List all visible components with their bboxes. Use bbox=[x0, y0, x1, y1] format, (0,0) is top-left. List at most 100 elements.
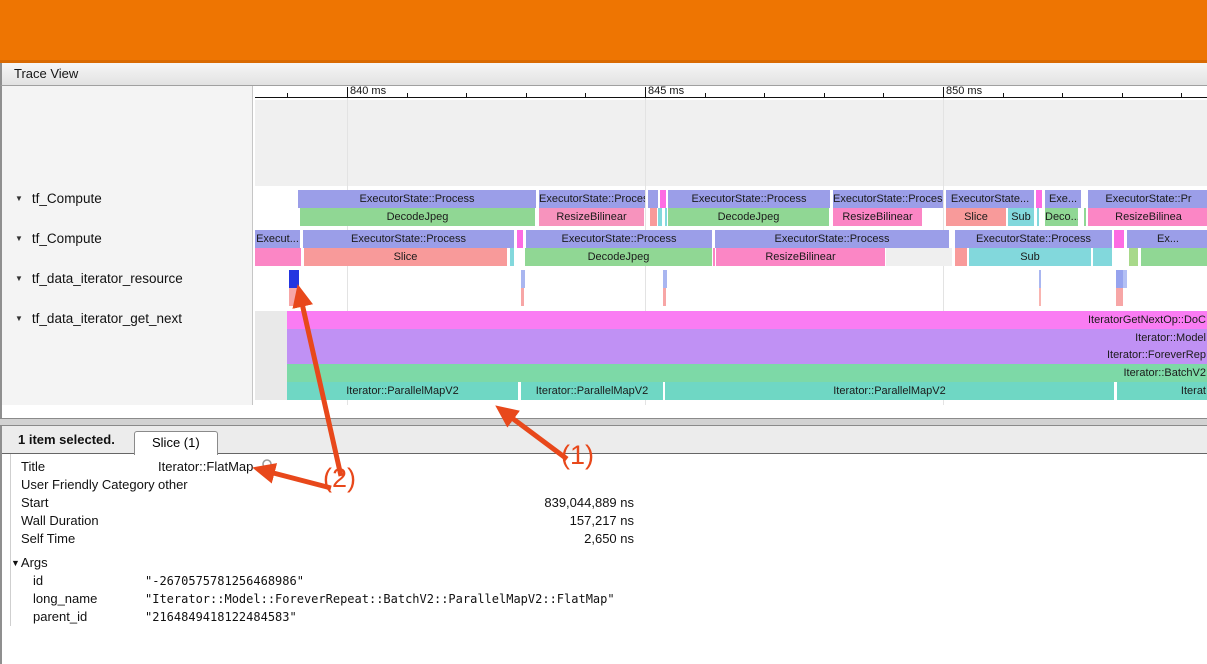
trace-slice[interactable] bbox=[510, 248, 514, 266]
trace-slice[interactable]: Iterator::Model bbox=[287, 329, 1207, 347]
trace-slice[interactable]: Slice bbox=[946, 208, 1006, 226]
trace-slice[interactable] bbox=[886, 248, 952, 266]
trace-slice[interactable] bbox=[521, 288, 524, 306]
trace-slice[interactable]: ExecutorState::Process bbox=[298, 190, 536, 208]
trace-slice[interactable]: ExecutorState::Pr bbox=[1088, 190, 1207, 208]
trace-slice[interactable]: ResizeBilinear bbox=[716, 248, 885, 266]
trace-slice[interactable]: Iterator::ParallelMapV2 bbox=[665, 382, 1114, 400]
analysis-panel: 1 item selected. Slice (1) TitleIterator… bbox=[0, 426, 1207, 664]
trace-slice[interactable]: Execut... bbox=[255, 230, 300, 248]
trace-slice[interactable]: ResizeBilinear bbox=[833, 208, 922, 226]
trace-slice[interactable]: ExecutorState::Process bbox=[303, 230, 514, 248]
trace-slice[interactable]: Iterator::ParallelMapV2 bbox=[287, 382, 518, 400]
trace-slice[interactable] bbox=[1039, 270, 1041, 288]
field-label: Self Time bbox=[21, 530, 158, 548]
trace-slice[interactable] bbox=[1116, 288, 1123, 306]
trace-slice[interactable]: ExecutorState::Process bbox=[833, 190, 943, 208]
field-row: Start839,044,889 ns bbox=[11, 494, 1207, 512]
trace-slice[interactable]: ExecutorState... bbox=[946, 190, 1034, 208]
trace-slice[interactable]: DecodeJpeg bbox=[300, 208, 535, 226]
trace-slice[interactable] bbox=[650, 208, 657, 226]
field-row: Wall Duration157,217 ns bbox=[11, 512, 1207, 530]
trace-slice[interactable] bbox=[255, 347, 287, 364]
timeline-canvas[interactable]: 840 ms845 ms850 msExecutorState::Process… bbox=[255, 86, 1207, 405]
trace-slice[interactable]: Iterator::ForeverRep bbox=[287, 347, 1207, 364]
trace-slice[interactable]: Ex... bbox=[1127, 230, 1207, 248]
trace-slice[interactable]: ExecutorState::Process bbox=[955, 230, 1112, 248]
trace-slice[interactable] bbox=[663, 288, 666, 306]
trace-slice[interactable] bbox=[658, 208, 662, 226]
trace-slice[interactable] bbox=[255, 364, 287, 382]
trace-slice[interactable] bbox=[1093, 248, 1112, 266]
ruler-time-label: 850 ms bbox=[946, 86, 982, 97]
trace-slice[interactable] bbox=[289, 288, 299, 306]
trace-slice[interactable] bbox=[521, 270, 525, 288]
field-label: Title bbox=[21, 458, 158, 476]
trace-slice[interactable]: ExecutorState::Process bbox=[668, 190, 830, 208]
args-section-header[interactable]: ▼Args bbox=[11, 554, 1207, 572]
trace-slice[interactable] bbox=[1114, 230, 1124, 248]
trace-slice[interactable] bbox=[517, 230, 523, 248]
trace-slice[interactable]: Iterat bbox=[1117, 382, 1207, 400]
collapse-triangle-icon[interactable]: ▼ bbox=[15, 190, 23, 208]
arg-row: parent_id"2164849418122484583" bbox=[11, 608, 1207, 626]
trace-slice[interactable] bbox=[1037, 208, 1039, 226]
search-icon[interactable] bbox=[261, 458, 276, 473]
collapse-triangle-icon[interactable]: ▼ bbox=[15, 230, 23, 248]
trace-slice[interactable]: DecodeJpeg bbox=[668, 208, 829, 226]
trace-slice[interactable] bbox=[255, 248, 301, 266]
trace-slice[interactable]: Sub bbox=[1008, 208, 1034, 226]
tab-slice[interactable]: Slice (1) bbox=[134, 431, 218, 455]
track-label-row[interactable]: ▼tf_Compute bbox=[2, 190, 252, 208]
trace-slice[interactable] bbox=[1084, 208, 1086, 226]
trace-slice[interactable] bbox=[713, 248, 715, 266]
trace-panel: ▼tf_Compute▼tf_Compute▼tf_data_iterator_… bbox=[0, 86, 1207, 418]
trace-slice[interactable]: Iterator::BatchV2 bbox=[287, 364, 1207, 382]
field-value: 2,650 ns bbox=[158, 530, 634, 548]
trace-slice[interactable]: ExecutorState::Process bbox=[715, 230, 949, 248]
arg-value: "2164849418122484583" bbox=[145, 608, 297, 626]
trace-slice[interactable]: ExecutorState::Process bbox=[539, 190, 645, 208]
trace-slice[interactable] bbox=[255, 329, 287, 347]
track-label-row[interactable]: ▼tf_Compute bbox=[2, 230, 252, 248]
trace-slice[interactable] bbox=[660, 190, 666, 208]
trace-slice[interactable] bbox=[1123, 270, 1127, 288]
ruler-tick bbox=[705, 93, 706, 97]
trace-slice[interactable] bbox=[255, 311, 287, 329]
trace-slice[interactable]: ResizeBilinear bbox=[539, 208, 644, 226]
track-label-row[interactable]: ▼tf_data_iterator_get_next bbox=[2, 310, 252, 328]
trace-slice[interactable] bbox=[1116, 270, 1123, 288]
trace-slice[interactable] bbox=[289, 270, 299, 288]
collapse-triangle-icon[interactable]: ▼ bbox=[11, 558, 20, 568]
collapse-triangle-icon[interactable]: ▼ bbox=[15, 270, 23, 288]
trace-slice[interactable] bbox=[648, 190, 658, 208]
trace-slice[interactable]: ResizeBilinea bbox=[1088, 208, 1207, 226]
trace-slice[interactable]: Sub bbox=[969, 248, 1091, 266]
arg-label: id bbox=[33, 572, 145, 590]
trace-slice[interactable]: Slice bbox=[304, 248, 507, 266]
trace-slice[interactable] bbox=[663, 270, 667, 288]
trace-slice[interactable] bbox=[255, 382, 287, 400]
horizontal-splitter[interactable] bbox=[0, 418, 1207, 426]
arg-row: long_name"Iterator::Model::ForeverRepeat… bbox=[11, 590, 1207, 608]
trace-slice[interactable]: IteratorGetNextOp::DoC bbox=[287, 311, 1207, 329]
field-row: User Friendly Categoryother bbox=[11, 476, 1207, 494]
trace-slice[interactable]: Exe... bbox=[1045, 190, 1081, 208]
ruler-tick bbox=[1003, 93, 1004, 97]
trace-slice[interactable] bbox=[1141, 248, 1207, 266]
track-label: tf_data_iterator_resource bbox=[32, 271, 183, 286]
track-label-row[interactable]: ▼ tf_data_iterator_resource bbox=[2, 270, 252, 288]
trace-slice[interactable]: DecodeJpeg bbox=[525, 248, 712, 266]
trace-slice[interactable]: ExecutorState::Process bbox=[526, 230, 712, 248]
trace-slice[interactable] bbox=[955, 248, 967, 266]
trace-slice[interactable] bbox=[1039, 288, 1041, 306]
trace-slice[interactable]: Iterator::ParallelMapV2 bbox=[521, 382, 663, 400]
collapse-triangle-icon[interactable]: ▼ bbox=[15, 310, 23, 328]
trace-slice[interactable] bbox=[1129, 248, 1138, 266]
trace-slice[interactable] bbox=[1036, 190, 1042, 208]
selection-status: 1 item selected. bbox=[18, 426, 115, 453]
trace-slice[interactable] bbox=[665, 208, 667, 226]
args-header-label: Args bbox=[21, 555, 48, 570]
trace-slice[interactable]: Deco... bbox=[1045, 208, 1078, 226]
ruler-tick bbox=[645, 87, 646, 97]
